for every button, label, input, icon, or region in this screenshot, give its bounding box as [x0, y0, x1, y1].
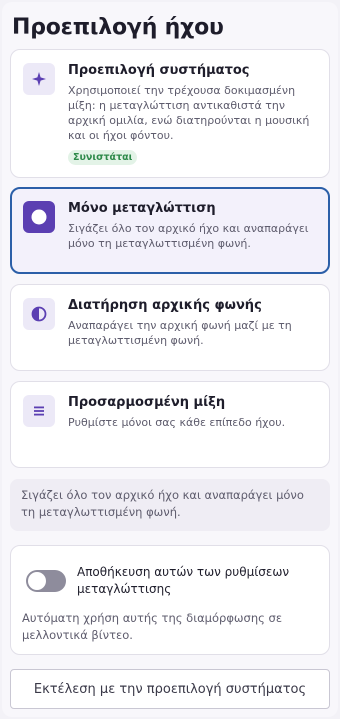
toggle-knob	[28, 572, 46, 590]
save-settings-label: Αποθήκευση αυτών των ρυθμίσεων μεταγλώττ…	[77, 565, 290, 596]
option-description: Ρυθμίστε μόνοι σας κάθε επίπεδο ήχου.	[68, 416, 286, 429]
save-settings-toggle[interactable]	[26, 570, 66, 592]
option-system-default[interactable]: Προεπιλογή συστήματος Χρησιμοποιεί την τ…	[10, 49, 330, 178]
record-dot-icon	[23, 201, 55, 233]
option-keep-original-voice[interactable]: Διατήρηση αρχικής φωνής Αναπαράγει την α…	[10, 284, 330, 371]
option-title: Μόνο μεταγλώττιση	[68, 201, 216, 216]
option-custom-mix[interactable]: Προσαρμοσμένη μίξη Ρυθμίστε μόνοι σας κά…	[10, 381, 330, 468]
option-title: Προσαρμοσμένη μίξη	[68, 395, 226, 410]
save-settings-description: Αυτόματη χρήση αυτής της διαμόρφωσης σε …	[22, 611, 283, 642]
option-dubbing-only[interactable]: Μόνο μεταγλώττιση Σιγάζει όλο τον αρχικό…	[10, 187, 330, 274]
selected-option-info: Σιγάζει όλο τον αρχικό ήχο και αναπαράγε…	[10, 479, 330, 531]
run-with-system-default-button[interactable]: Εκτέλεση με την προεπιλογή συστήματος	[10, 669, 330, 709]
option-title: Διατήρηση αρχικής φωνής	[68, 298, 262, 313]
option-description: Αναπαράγει την αρχική φωνή μαζί με τη με…	[68, 319, 292, 347]
option-title: Προεπιλογή συστήματος	[68, 63, 250, 78]
sliders-icon	[23, 395, 55, 427]
page-title: Προεπιλογή ήχου	[12, 15, 224, 40]
option-description: Σιγάζει όλο τον αρχικό ήχο και αναπαράγε…	[68, 222, 309, 250]
option-description: Χρησιμοποιεί την τρέχουσα δοκιμασμένη μί…	[68, 84, 310, 142]
recommended-badge: Συνιστάται	[68, 150, 138, 165]
sparkle-icon	[23, 63, 55, 95]
save-settings-card: Αποθήκευση αυτών των ρυθμίσεων μεταγλώττ…	[10, 545, 330, 655]
half-circle-icon	[23, 298, 55, 330]
